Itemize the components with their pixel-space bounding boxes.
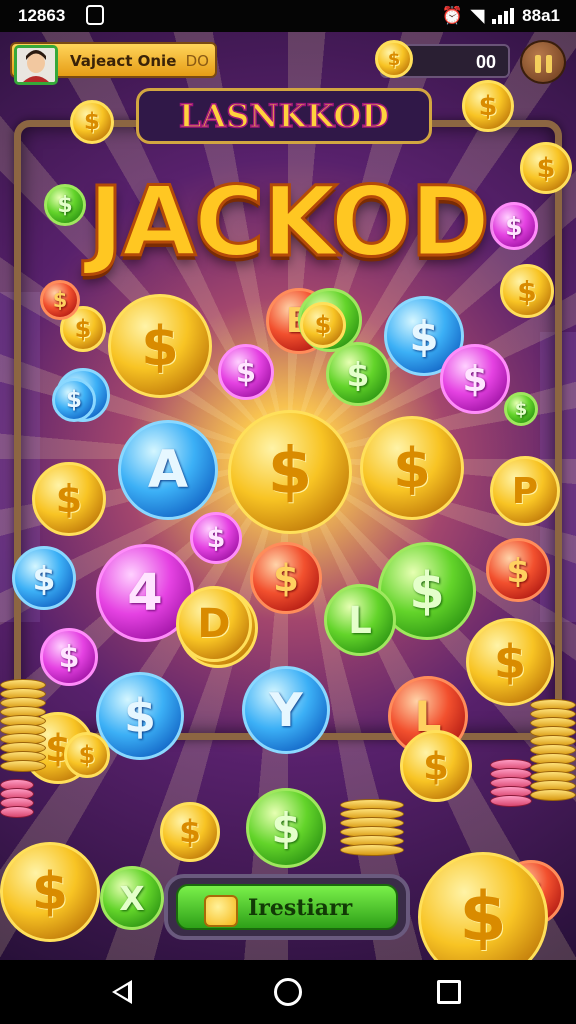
game-logo: LASNKKOD bbox=[136, 88, 432, 144]
coin-stack-left bbox=[0, 679, 46, 772]
avatar-face-icon bbox=[17, 48, 55, 82]
gold-coin: $ bbox=[400, 730, 472, 802]
game-logo-text: LASNKKOD bbox=[178, 96, 390, 136]
signal-icon bbox=[492, 8, 515, 24]
green-coin: $ bbox=[246, 788, 326, 868]
green-coin: $ bbox=[504, 392, 538, 426]
blue-coin: $ bbox=[12, 546, 76, 610]
gold-coin: $ bbox=[360, 416, 464, 520]
gold-coin: $ bbox=[228, 410, 352, 534]
gold-coin: $ bbox=[160, 802, 220, 862]
game-screen[interactable]: $$$A$4$$$$$B$$$$$P$$$$$$DLYL$$$$$X$$$$$$… bbox=[0, 32, 576, 960]
jackpot-title: JACKOD bbox=[87, 165, 492, 280]
battery-level: 88a1 bbox=[522, 6, 560, 25]
gold-coin: $ bbox=[32, 462, 106, 536]
gold-coin: $ bbox=[462, 80, 514, 132]
coin-counter-icon: $ bbox=[375, 40, 413, 78]
player-name-suffix: DO bbox=[185, 52, 209, 70]
gold-coin: D bbox=[176, 586, 252, 662]
purple-coin: $ bbox=[440, 344, 510, 414]
coin-badge-icon bbox=[204, 895, 238, 927]
gold-coin: $ bbox=[466, 618, 554, 706]
player-panel[interactable]: Vajeact Onie DO bbox=[10, 42, 217, 85]
blue-coin: $ bbox=[52, 378, 96, 422]
back-icon[interactable] bbox=[112, 980, 132, 1004]
red-coin: $ bbox=[250, 542, 322, 614]
collect-button-label: Irestiarr bbox=[248, 895, 353, 921]
blue-coin: A bbox=[118, 420, 218, 520]
player-name: Vajeact Onie bbox=[70, 52, 177, 70]
purple-coin: $ bbox=[218, 344, 274, 400]
navigation-bar bbox=[0, 960, 576, 1024]
gold-coin: P bbox=[490, 456, 560, 526]
coin-stack-right bbox=[530, 699, 576, 801]
green-coin: L bbox=[324, 584, 396, 656]
coin-stack-center bbox=[340, 799, 404, 856]
recent-apps-icon[interactable] bbox=[437, 980, 461, 1004]
gold-coin: $ bbox=[70, 100, 114, 144]
green-coin: $ bbox=[326, 342, 390, 406]
purple-coin: $ bbox=[40, 628, 98, 686]
gold-coin: $ bbox=[0, 842, 100, 942]
status-bar: 12863 ⏰ ◥ 88a1 bbox=[0, 0, 576, 32]
status-icons: ⏰ ◥ 88a1 bbox=[442, 6, 560, 26]
gold-coin: $ bbox=[108, 294, 212, 398]
alarm-icon: ⏰ bbox=[441, 6, 464, 25]
wifi-icon: ◥ bbox=[471, 6, 485, 25]
home-icon[interactable] bbox=[274, 978, 302, 1006]
red-coin: $ bbox=[486, 538, 550, 602]
status-time: 12863 bbox=[18, 6, 66, 25]
notification-icon bbox=[86, 5, 104, 25]
coin-stack-left-pink bbox=[0, 779, 34, 818]
coin-count: 00 bbox=[475, 52, 496, 72]
pause-button[interactable] bbox=[520, 40, 566, 84]
gold-coin: $ bbox=[64, 732, 110, 778]
gold-coin: $ bbox=[300, 302, 346, 348]
blue-coin: $ bbox=[96, 672, 184, 760]
coin-stack-right-pink bbox=[490, 759, 532, 807]
collect-button[interactable]: Irestiarr bbox=[164, 874, 410, 940]
purple-coin: $ bbox=[190, 512, 242, 564]
player-avatar[interactable] bbox=[14, 45, 58, 85]
pause-icon bbox=[535, 55, 541, 73]
blue-coin: Y bbox=[242, 666, 330, 754]
green-coin: X bbox=[100, 866, 164, 930]
